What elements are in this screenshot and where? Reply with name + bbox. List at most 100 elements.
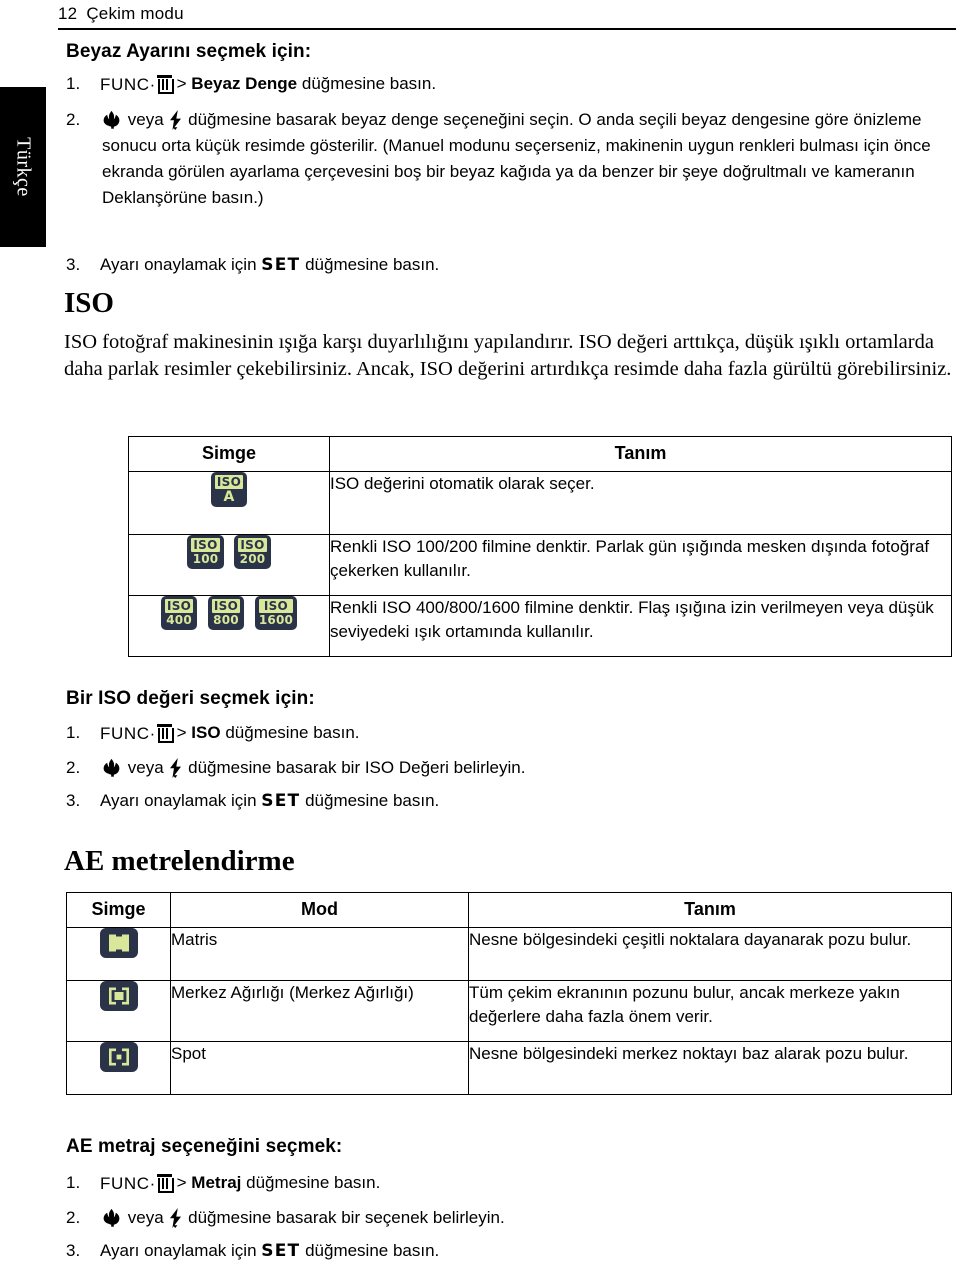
- wb-step-2-conj: veya: [127, 110, 164, 129]
- iso-200-icon: ISO 200: [234, 535, 271, 569]
- ae-step-2-index: 2.: [66, 1208, 81, 1227]
- table-row: Merkez Ağırlığı (Merkez Ağırlığı) Tüm çe…: [66, 980, 952, 1042]
- iso-high-icon-cell: ISO 400 ISO 800 ISO 1600: [128, 595, 330, 657]
- flash-bolt-icon: [168, 758, 183, 778]
- func-text: FUNC·: [100, 724, 156, 743]
- ae-step-1-bold: Metraj: [191, 1173, 242, 1192]
- wb-step-2: 2. veya düğmesine basarak beyaz denge se…: [66, 107, 952, 211]
- set-key-icon: SET: [261, 255, 301, 275]
- page-number: 12: [58, 4, 78, 23]
- iso-table: Simge Tanım ISO A ISO değerini otomatik …: [128, 436, 952, 657]
- ae-step-2-text: düğmesine basarak bir seçenek belirleyin…: [188, 1208, 505, 1227]
- wb-step-2-text: düğmesine basarak beyaz denge seçeneğini…: [102, 110, 931, 207]
- wb-step-1: 1. FUNC· > Beyaz Denge düğmesine basın.: [66, 72, 946, 97]
- language-side-tab-label: Türkçe: [12, 137, 35, 197]
- iso-step-3-index: 3.: [66, 791, 81, 810]
- wb-step-1-index: 1.: [66, 74, 81, 93]
- ae-step-1-sep: >: [176, 1173, 187, 1192]
- ae-step-1: 1. FUNC· > Metraj düğmesine basın.: [66, 1171, 946, 1196]
- iso-body-text: ISO fotoğraf makinesinin ışığa karşı duy…: [64, 331, 952, 380]
- flash-bolt-icon: [168, 1208, 183, 1228]
- iso-1600-icon: ISO 1600: [254, 596, 298, 630]
- iso-step-2-text: düğmesine basarak bir ISO Değeri belirle…: [188, 758, 526, 777]
- macro-tulip-icon: [102, 758, 123, 777]
- set-key-icon: SET: [261, 1241, 301, 1261]
- iso-800-icon: ISO 800: [207, 596, 245, 630]
- white-balance-heading: Beyaz Ayarını seçmek için:: [66, 41, 312, 62]
- iso-step-3-suffix: düğmesine basın.: [305, 791, 440, 810]
- ae-center-description: Tüm çekim ekranının pozunu bulur, ancak …: [468, 980, 952, 1042]
- table-row: Matris Nesne bölgesindeki çeşitli noktal…: [66, 927, 952, 981]
- iso-step-1-index: 1.: [66, 723, 81, 742]
- func-text: FUNC·: [100, 75, 156, 94]
- ae-matrix-icon-cell: [66, 927, 171, 981]
- iso-step-2: 2. veya düğmesine basarak bir ISO Değeri…: [66, 756, 946, 780]
- ae-table-header-row: Simge Mod Tanım: [66, 892, 952, 928]
- iso-1600-icon-value: 1600: [258, 613, 294, 627]
- iso-auto-icon-label: ISO: [214, 475, 244, 489]
- iso-col-header-tanim: Tanım: [329, 436, 952, 472]
- ae-spot-icon: [99, 1042, 138, 1072]
- ae-center-icon-cell: [66, 980, 171, 1042]
- iso-step-1-bold: ISO: [191, 723, 221, 742]
- ae-step-1-index: 1.: [66, 1173, 81, 1192]
- func-text: FUNC·: [100, 1174, 156, 1193]
- func-trash-icon: [156, 1174, 175, 1193]
- ae-step-3-prefix: Ayarı onaylamak için: [100, 1241, 257, 1260]
- ae-heading: AE metrelendirme: [64, 845, 295, 877]
- iso-auto-icon: ISO A: [210, 472, 248, 507]
- macro-tulip-icon: [102, 110, 123, 129]
- iso-step-3: 3. Ayarı onaylamak için SET düğmesine ba…: [66, 789, 946, 813]
- ae-col-header-mod: Mod: [170, 892, 469, 928]
- iso-400-icon: ISO 400: [160, 596, 198, 630]
- header-divider: [58, 28, 956, 30]
- iso-800-icon-label: ISO: [211, 599, 241, 613]
- ae-col-header-simge: Simge: [66, 892, 171, 928]
- func-trash-icon: [156, 724, 175, 743]
- ae-step-1-rest: düğmesine basın.: [246, 1173, 381, 1192]
- page-header: 12 Çekim modu: [58, 4, 953, 24]
- ae-matrix-icon: [99, 928, 138, 958]
- iso-100-icon-label: ISO: [191, 538, 220, 552]
- ae-select-heading: AE metraj seçeneğini seçmek:: [66, 1136, 343, 1157]
- iso-low-icon-cell: ISO 100 ISO 200: [128, 534, 330, 596]
- ae-matrix-mode: Matris: [170, 927, 469, 981]
- wb-step-3: 3. Ayarı onaylamak için SET düğmesine ba…: [66, 253, 946, 277]
- iso-col-header-simge: Simge: [128, 436, 330, 472]
- iso-step-1: 1. FUNC· > ISO düğmesine basın.: [66, 721, 946, 746]
- iso-step-2-index: 2.: [66, 758, 81, 777]
- iso-step-3-prefix: Ayarı onaylamak için: [100, 791, 257, 810]
- wb-step-2-index: 2.: [66, 110, 81, 129]
- wb-step-1-sep: >: [176, 74, 187, 93]
- iso-400-icon-value: 400: [166, 613, 192, 627]
- ae-matrix-description: Nesne bölgesindeki çeşitli noktalara day…: [468, 927, 952, 981]
- iso-400-icon-label: ISO: [164, 599, 194, 613]
- ae-spot-mode: Spot: [170, 1041, 469, 1095]
- language-side-tab: Türkçe: [0, 87, 46, 247]
- wb-step-1-bold: Beyaz Denge: [191, 74, 298, 93]
- iso-heading: ISO: [64, 287, 114, 319]
- iso-auto-icon-cell: ISO A: [128, 471, 330, 535]
- flash-bolt-icon: [168, 110, 183, 130]
- iso-200-icon-value: 200: [239, 552, 266, 566]
- set-key-icon: SET: [261, 791, 301, 811]
- func-trash-icon: [156, 75, 175, 94]
- iso-step-2-conj: veya: [127, 758, 164, 777]
- iso-100-icon-value: 100: [192, 552, 219, 566]
- table-row: ISO A ISO değerini otomatik olarak seçer…: [128, 471, 952, 535]
- wb-step-3-suffix: düğmesine basın.: [305, 255, 440, 274]
- iso-step-1-sep: >: [176, 723, 187, 742]
- ae-center-mode: Merkez Ağırlığı (Merkez Ağırlığı): [170, 980, 469, 1042]
- ae-spot-description: Nesne bölgesindeki merkez noktayı baz al…: [468, 1041, 952, 1095]
- iso-select-heading: Bir ISO değeri seçmek için:: [66, 688, 315, 709]
- ae-center-weighted-icon: [99, 981, 138, 1011]
- wb-step-3-index: 3.: [66, 255, 81, 274]
- table-row: ISO 100 ISO 200 Renkli ISO 100/200 filmi…: [128, 534, 952, 596]
- iso-table-header-row: Simge Tanım: [128, 436, 952, 472]
- macro-tulip-icon: [102, 1208, 123, 1227]
- ae-col-header-tanim: Tanım: [468, 892, 952, 928]
- iso-auto-description: ISO değerini otomatik olarak seçer.: [329, 471, 952, 535]
- wb-step-3-prefix: Ayarı onaylamak için: [100, 255, 257, 274]
- iso-low-description: Renkli ISO 100/200 filmine denktir. Parl…: [329, 534, 952, 596]
- ae-table: Simge Mod Tanım Matris Nesne bölgesindek…: [66, 892, 952, 1095]
